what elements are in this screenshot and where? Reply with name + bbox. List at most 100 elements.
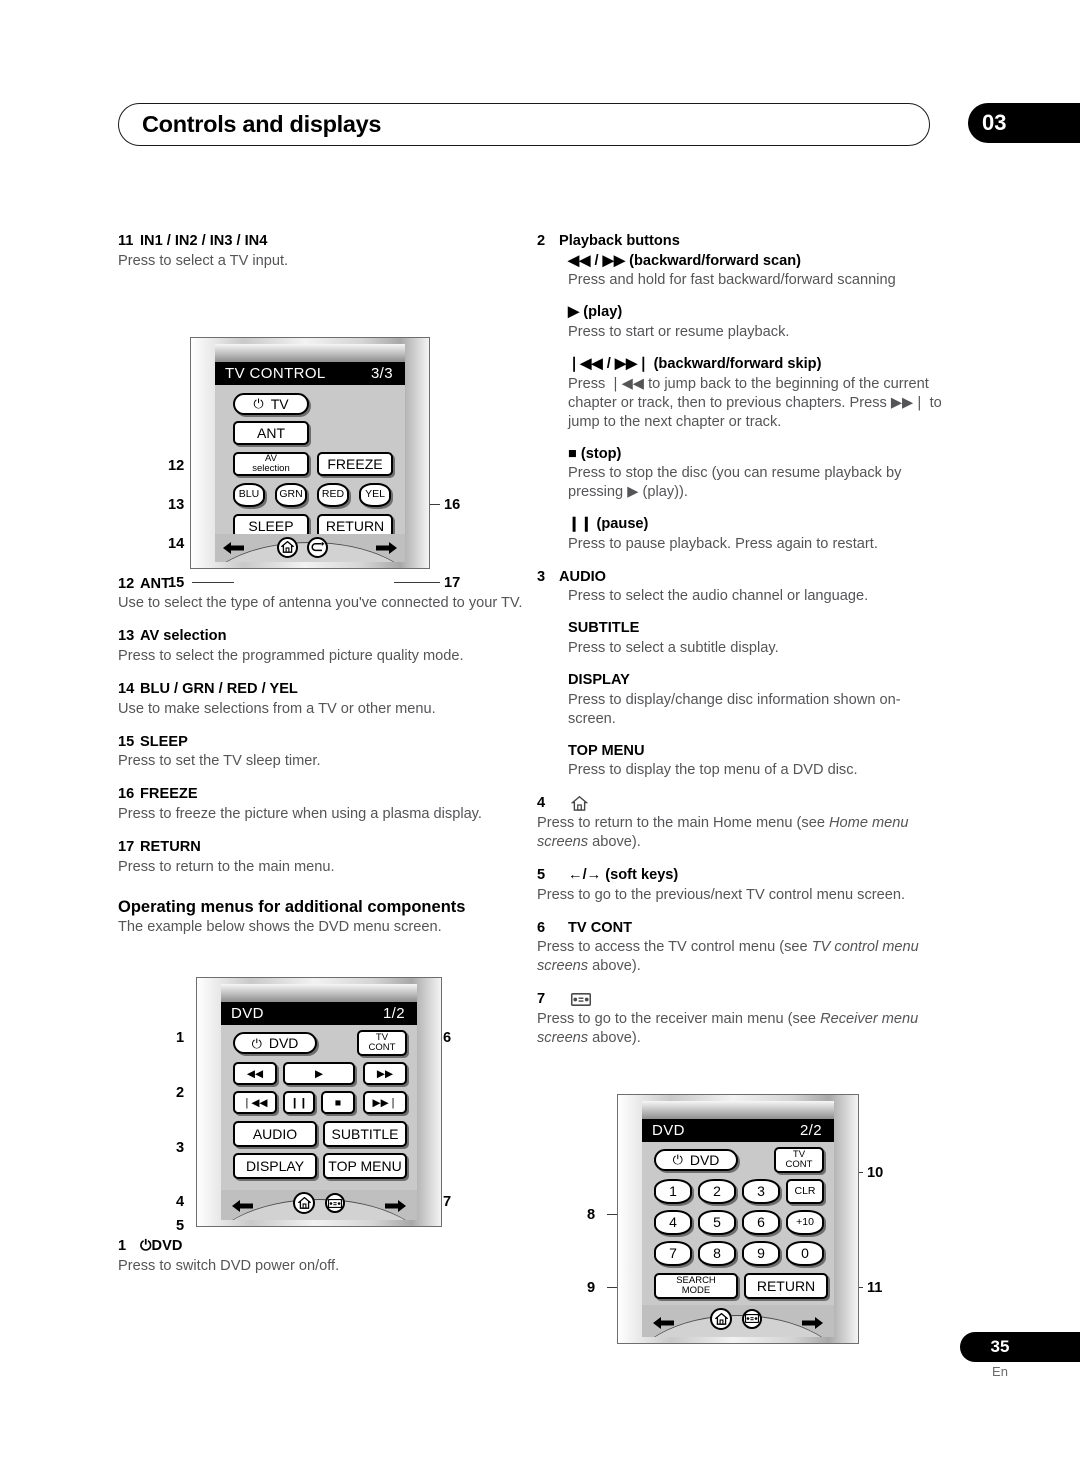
- button-play[interactable]: ▶: [283, 1062, 355, 1086]
- sub-scan-body: Press and hold for fast backward/forward…: [568, 272, 896, 289]
- item-4-head: 4: [537, 794, 943, 813]
- button-tv-cont[interactable]: TV CONT: [774, 1146, 824, 1173]
- sub-item-play: ▶ (play) Press to start or resume playba…: [568, 303, 943, 342]
- arrow-right-icon: [385, 1200, 406, 1213]
- screen-title-bar: TV CONTROL 3/3: [215, 361, 405, 385]
- item-17-body: Press to return to the main menu.: [118, 858, 335, 875]
- button-yel[interactable]: YEL: [359, 482, 391, 507]
- item-14: 14 BLU / GRN / RED / YEL Use to make sele…: [118, 680, 528, 719]
- screen-label: DVD: [231, 1005, 264, 1023]
- home-glyph: [714, 1312, 728, 1325]
- soft-key-right[interactable]: [383, 1199, 407, 1213]
- button-search-mode[interactable]: SEARCH MODE: [654, 1272, 738, 1299]
- callout-17: 17: [444, 574, 461, 591]
- button-skip-forward[interactable]: ▶▶❘: [363, 1091, 407, 1115]
- button-key-4[interactable]: 4: [654, 1209, 692, 1235]
- item-5: 5 ←/→ (soft keys) Press to go to the prev…: [537, 866, 943, 905]
- button-key-6[interactable]: 6: [742, 1209, 780, 1235]
- button-power-dvd[interactable]: ⏻ DVD: [654, 1148, 738, 1171]
- button-blu[interactable]: BLU: [233, 482, 265, 507]
- item-15: 15 SLEEP Press to set the TV sleep timer.: [118, 733, 528, 772]
- button-key-0-label: 0: [801, 1245, 809, 1262]
- sub-play-title: ▶ (play): [568, 304, 623, 321]
- button-key-0[interactable]: 0: [786, 1240, 824, 1266]
- button-tv-cont-line2: CONT: [785, 1158, 813, 1170]
- button-plus10[interactable]: +10: [786, 1209, 824, 1235]
- button-subtitle[interactable]: SUBTITLE: [323, 1121, 407, 1148]
- soft-key-left[interactable]: [223, 541, 245, 555]
- button-freeze[interactable]: FREEZE: [317, 451, 393, 476]
- button-key-8-label: 8: [713, 1245, 721, 1262]
- receiver-glyph: [745, 1314, 759, 1324]
- button-skip-back[interactable]: ❘◀◀: [233, 1091, 277, 1115]
- button-av-selection[interactable]: AV selection: [233, 451, 309, 476]
- callout-15: 15: [168, 574, 185, 591]
- button-audio-label: AUDIO: [252, 1126, 298, 1143]
- remote-bevel-top: [642, 1100, 834, 1119]
- return-icon[interactable]: [307, 536, 328, 558]
- button-key-3[interactable]: 3: [742, 1178, 780, 1204]
- receiver-glyph: [328, 1198, 342, 1208]
- remote-foot-bar: [642, 1304, 834, 1337]
- remote-dvd1-figure: 1 2 3 4 5 6 7 DVD 1/2 ⏻ DVD TV CONT ◀◀ ▶…: [118, 937, 528, 1237]
- item-5-number: 5: [537, 866, 546, 883]
- soft-key-left[interactable]: [231, 1199, 255, 1213]
- home-icon[interactable]: [277, 536, 298, 558]
- item-17-title: RETURN: [140, 838, 201, 855]
- item-11: 11 IN1 / IN2 / IN3 / IN4 Press to select …: [118, 232, 528, 271]
- button-scan-forward[interactable]: ▶▶: [363, 1062, 407, 1086]
- button-red[interactable]: RED: [317, 482, 349, 507]
- soft-key-right[interactable]: [375, 541, 397, 555]
- button-pause[interactable]: ❙❙: [283, 1091, 315, 1115]
- button-skip-forward-label: ▶▶❘: [372, 1096, 398, 1109]
- receiver-icon[interactable]: [742, 1308, 762, 1329]
- button-key-1[interactable]: 1: [654, 1178, 692, 1204]
- button-key-8[interactable]: 8: [698, 1240, 736, 1266]
- button-scan-back[interactable]: ◀◀: [233, 1062, 277, 1086]
- remote-bevel-top: [221, 984, 417, 1003]
- home-glyph: [281, 541, 294, 553]
- button-key-5[interactable]: 5: [698, 1209, 736, 1235]
- item-17-number: 17: [118, 838, 135, 855]
- remote-dvd2-body: DVD 2/2 ⏻ DVD TV CONT 1 2 3 CLR 4 5 6 +1…: [617, 1093, 859, 1344]
- item-1-head: 1 ⏻DVD: [118, 1237, 528, 1256]
- button-tv-cont[interactable]: TV CONT: [357, 1030, 407, 1057]
- item-3-title: AUDIO: [559, 568, 607, 585]
- button-key-2[interactable]: 2: [698, 1178, 736, 1204]
- button-power-tv-label: TV: [270, 395, 289, 412]
- item-7-number: 7: [537, 991, 546, 1008]
- remote-bevel-top: [215, 343, 405, 362]
- page-number-badge: 35: [960, 1332, 1080, 1362]
- button-key-7-label: 7: [669, 1245, 677, 1262]
- soft-key-right[interactable]: [800, 1316, 824, 1330]
- sub-pause-title: ❙❙ (pause): [568, 516, 649, 533]
- remote-dvd1-body: DVD 1/2 ⏻ DVD TV CONT ◀◀ ▶ ▶▶ ❘◀◀ ❙❙ ■ ▶…: [196, 977, 442, 1228]
- button-power-tv[interactable]: ⏻ TV: [233, 392, 309, 415]
- button-return[interactable]: RETURN: [744, 1272, 828, 1299]
- home-icon[interactable]: [710, 1307, 732, 1330]
- soft-key-left[interactable]: [652, 1316, 676, 1330]
- item-7-body: Press to go to the receiver main menu (s…: [537, 1010, 943, 1048]
- button-audio[interactable]: AUDIO: [233, 1121, 317, 1148]
- item-4-number: 4: [537, 795, 546, 812]
- button-display-label: DISPLAY: [245, 1158, 305, 1175]
- button-grn[interactable]: GRN: [275, 482, 307, 507]
- button-power-dvd[interactable]: ⏻ DVD: [233, 1032, 317, 1055]
- button-clr[interactable]: CLR: [786, 1178, 824, 1204]
- button-ant[interactable]: ANT: [233, 420, 309, 445]
- button-key-9[interactable]: 9: [742, 1240, 780, 1266]
- button-subtitle-label: SUBTITLE: [331, 1126, 399, 1143]
- button-play-label: ▶: [314, 1067, 324, 1080]
- button-display[interactable]: DISPLAY: [233, 1153, 317, 1180]
- button-top-menu[interactable]: TOP MENU: [323, 1153, 407, 1180]
- button-key-7[interactable]: 7: [654, 1240, 692, 1266]
- item-16-body: Press to freeze the picture when using a…: [118, 805, 482, 822]
- button-key-6-label: 6: [757, 1214, 765, 1231]
- item-3-head: 3 AUDIO: [537, 568, 943, 587]
- button-stop[interactable]: ■: [321, 1091, 355, 1115]
- item-7-body-part2: above).: [588, 1029, 641, 1046]
- button-grn-label: GRN: [279, 488, 303, 501]
- item-11-body: Press to select a TV input.: [118, 252, 289, 269]
- button-scan-forward-label: ▶▶: [376, 1067, 394, 1080]
- arrow-right-icon: [802, 1316, 823, 1329]
